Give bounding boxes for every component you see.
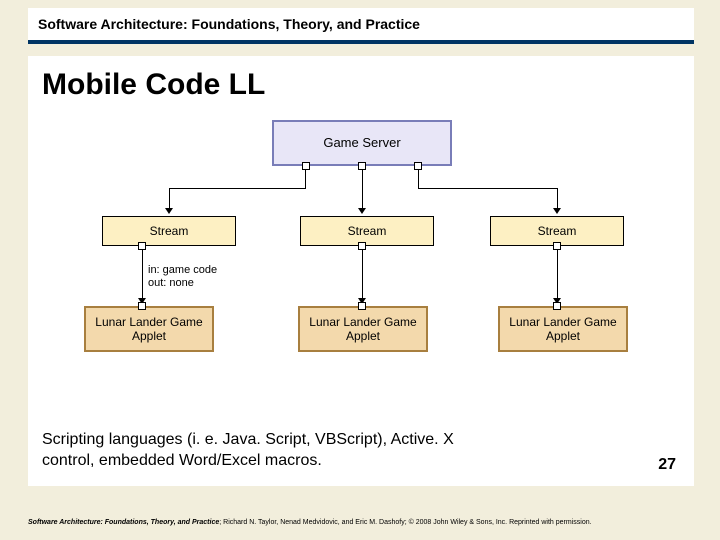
connector-line bbox=[142, 250, 143, 300]
port-icon bbox=[138, 242, 146, 250]
connector-line bbox=[169, 188, 306, 189]
connector-annotation: in: game code out: none bbox=[148, 264, 217, 290]
port-icon bbox=[414, 162, 422, 170]
connector-line bbox=[418, 188, 558, 189]
body-paragraph: Scripting languages (i. e. Java. Script,… bbox=[42, 430, 462, 472]
arrowhead-icon bbox=[553, 208, 561, 214]
node-applet-1: Lunar Lander Game Applet bbox=[84, 306, 214, 352]
connector-line bbox=[362, 250, 363, 300]
port-icon bbox=[302, 162, 310, 170]
node-label: Stream bbox=[348, 224, 387, 238]
port-icon bbox=[358, 162, 366, 170]
node-label: Lunar Lander Game Applet bbox=[92, 315, 206, 344]
connector-line bbox=[362, 170, 363, 210]
slide-title: Mobile Code LL bbox=[42, 68, 680, 102]
port-icon bbox=[553, 302, 561, 310]
header-bar: Software Architecture: Foundations, Theo… bbox=[28, 8, 694, 44]
port-icon bbox=[358, 302, 366, 310]
node-label: Game Server bbox=[323, 135, 400, 151]
header-text: Software Architecture: Foundations, Theo… bbox=[28, 8, 694, 38]
node-stream-2: Stream bbox=[300, 216, 434, 246]
node-label: Stream bbox=[150, 224, 189, 238]
arrowhead-icon bbox=[165, 208, 173, 214]
port-icon bbox=[358, 242, 366, 250]
port-icon bbox=[553, 242, 561, 250]
connector-line bbox=[557, 250, 558, 300]
footer-title: Software Architecture: Foundations, Theo… bbox=[28, 519, 219, 526]
node-label: Lunar Lander Game Applet bbox=[506, 315, 620, 344]
node-stream-1: Stream bbox=[102, 216, 236, 246]
node-applet-3: Lunar Lander Game Applet bbox=[498, 306, 628, 352]
footer-attribution: Software Architecture: Foundations, Theo… bbox=[28, 519, 694, 526]
node-label: Lunar Lander Game Applet bbox=[306, 315, 420, 344]
page-number: 27 bbox=[658, 456, 676, 474]
node-label: Stream bbox=[538, 224, 577, 238]
node-applet-2: Lunar Lander Game Applet bbox=[298, 306, 428, 352]
footer-rest: ; Richard N. Taylor, Nenad Medvidovic, a… bbox=[219, 519, 591, 526]
diagram: Game Server Stream Stream Stream bbox=[42, 116, 680, 376]
port-icon bbox=[138, 302, 146, 310]
connector-line bbox=[557, 188, 558, 210]
slide-body: Mobile Code LL Game Server Stream Stream bbox=[28, 56, 694, 486]
connector-line bbox=[305, 170, 306, 188]
connector-line bbox=[169, 188, 170, 210]
arrowhead-icon bbox=[358, 208, 366, 214]
node-game-server: Game Server bbox=[272, 120, 452, 166]
connector-line bbox=[418, 170, 419, 188]
